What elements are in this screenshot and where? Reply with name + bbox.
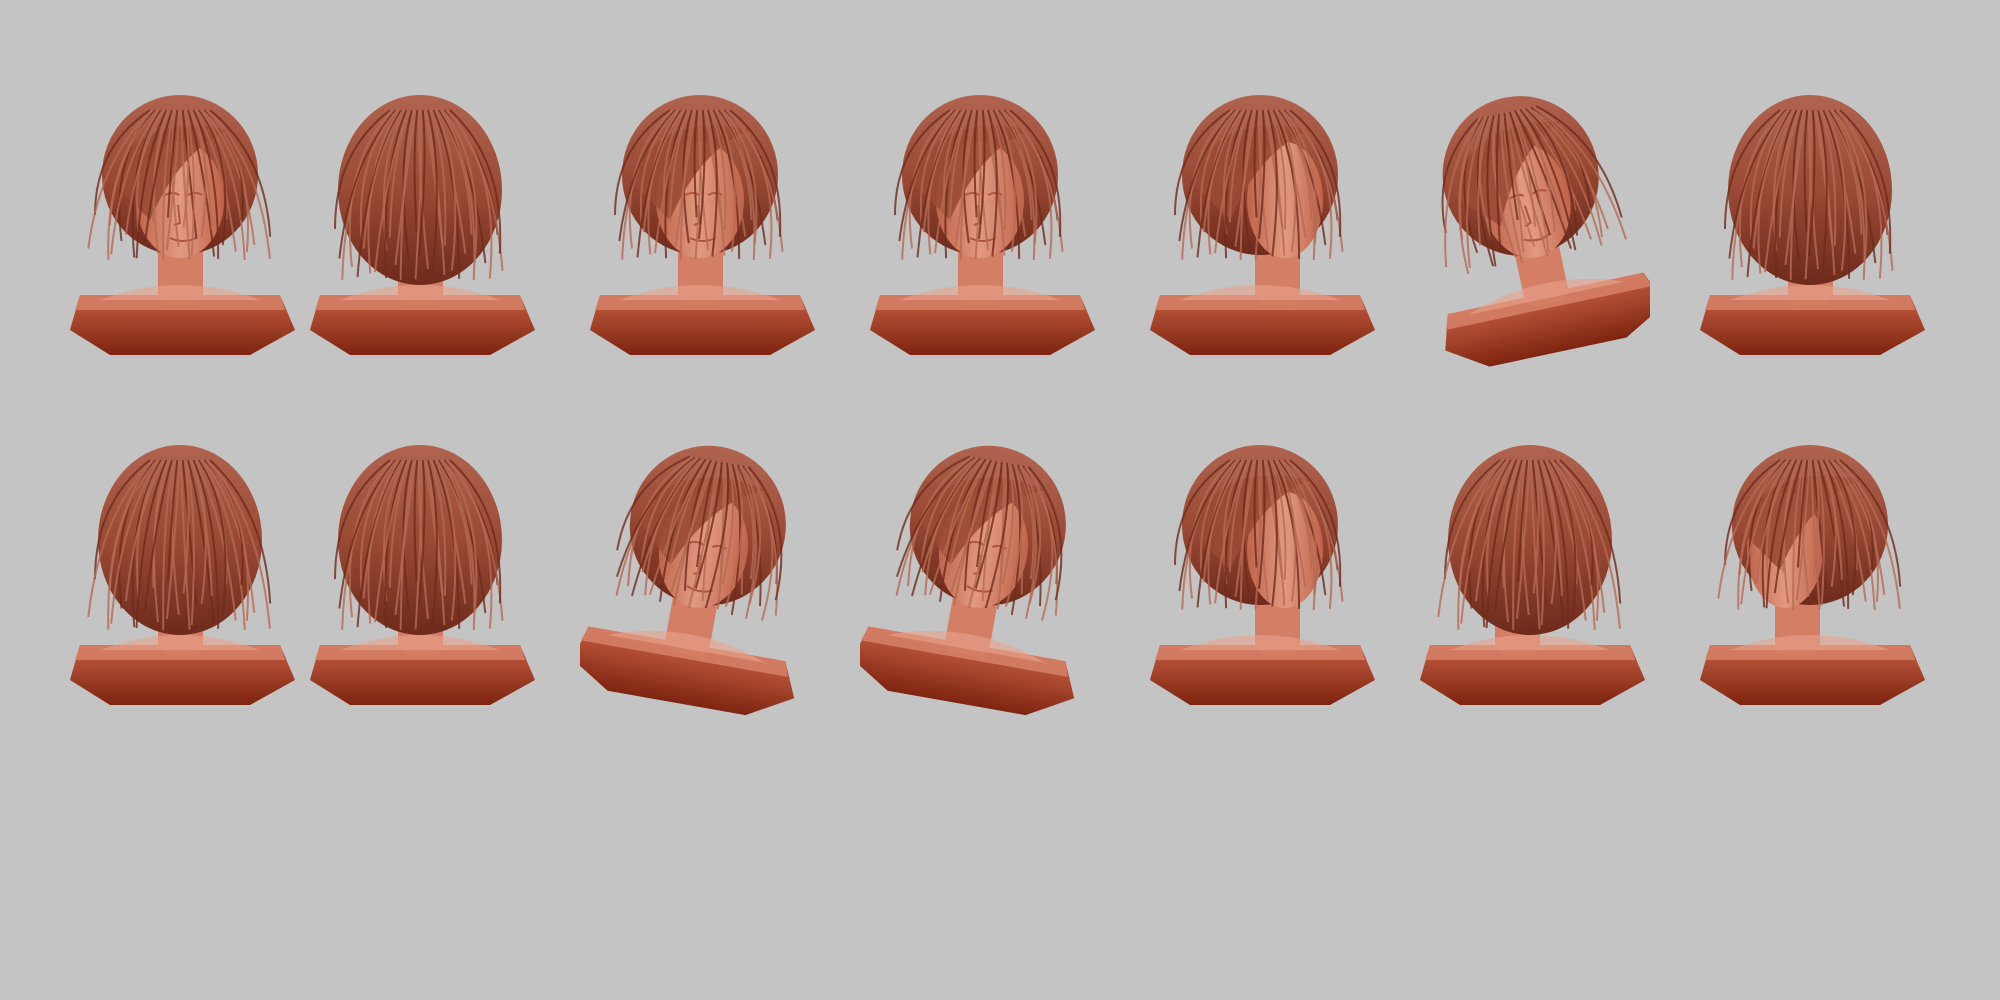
bust-front: [860, 70, 1100, 370]
bust-render-10: [860, 445, 1075, 716]
bust-render-12: [1420, 445, 1645, 705]
bust-back-right: [1690, 70, 1930, 370]
bust-top-down-tilted: [860, 420, 1100, 720]
bust-right-profile: [1140, 70, 1380, 370]
hair-mass: [1448, 445, 1612, 635]
bust-render-13: [1700, 445, 1925, 705]
bust-render-0: [70, 95, 295, 355]
bust-render-8: [310, 445, 535, 705]
bust-render-4: [1150, 95, 1375, 355]
bust-back-left: [60, 420, 300, 720]
bust-front: [580, 70, 820, 370]
bust-left-profile: [1690, 420, 1930, 720]
bust-render-11: [1150, 445, 1375, 705]
bust-render-6: [1700, 95, 1925, 355]
bust-right-profile-low: [1140, 420, 1380, 720]
bust-back: [300, 420, 540, 720]
bust-render-3: [870, 95, 1095, 355]
hair-mass: [98, 445, 262, 635]
bust-back-top: [300, 70, 540, 370]
bust-render-1: [310, 95, 535, 355]
bust-left-three-quarter-tilted: [1410, 70, 1650, 370]
bust-left-back-profile: [1410, 420, 1650, 720]
bust-render-9: [580, 445, 795, 716]
bust-render-2: [590, 95, 815, 355]
render-canvas: [0, 0, 2000, 1000]
bust-render-5: [1441, 96, 1650, 367]
bust-front-left: [60, 70, 300, 370]
bust-render-7: [70, 445, 295, 705]
bust-front-tilted: [580, 420, 820, 720]
